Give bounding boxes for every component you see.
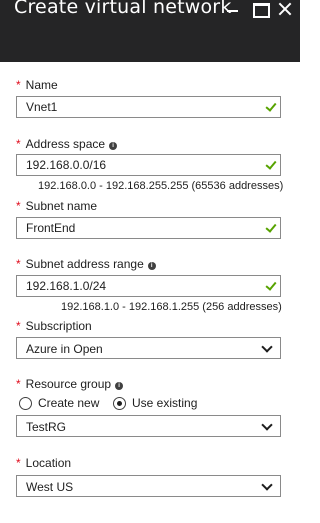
subnet-range-field[interactable] [16,275,281,297]
required-marker: * [16,257,21,271]
subscription-value: Azure in Open [26,342,103,356]
subscription-label: * Subscription [16,319,92,333]
resource-group-value: TestRG [26,420,67,434]
valid-check-icon [264,280,276,292]
create-new-label: Create new [38,396,100,410]
required-marker: * [16,199,21,213]
info-icon[interactable]: i [109,142,118,150]
radio-unselected-icon[interactable] [19,396,32,410]
chevron-down-icon [263,481,271,489]
valid-check-icon [264,159,276,171]
address-space-label: * Address space i [16,137,118,151]
subnet-name-field[interactable] [16,217,281,239]
name-field[interactable] [16,96,281,118]
required-marker: * [16,319,21,333]
use-existing-radio[interactable]: Use existing [113,396,197,410]
info-icon[interactable]: i [147,262,156,270]
radio-selected-icon[interactable] [113,396,126,410]
required-marker: * [16,78,21,92]
location-dropdown[interactable]: West US [16,475,281,497]
use-existing-label: Use existing [132,396,198,410]
resource-group-dropdown[interactable]: TestRG [16,415,281,437]
required-marker: * [16,377,21,391]
info-icon[interactable]: i [115,382,124,390]
create-new-radio[interactable]: Create new [19,396,99,410]
subnet-range-label: * Subnet address range i [16,257,156,271]
valid-check-icon [264,222,276,234]
location-value: West US [26,480,74,494]
location-label: * Location [16,456,72,470]
subnet-range-input[interactable] [17,276,280,296]
page-title: Create virtual network [14,0,232,18]
subnet-range-hint: 192.168.1.0 - 192.168.1.255 (256 address… [61,301,282,313]
resource-group-label: * Resource group i [16,377,124,391]
address-space-field[interactable] [16,154,281,176]
chevron-down-icon [263,343,271,351]
name-label: * Name [16,78,58,92]
chevron-down-icon [263,421,271,429]
subscription-dropdown[interactable]: Azure in Open [16,337,281,359]
maximize-icon[interactable] [251,1,271,18]
subnet-name-input[interactable] [17,218,280,238]
required-marker: * [16,456,21,470]
subnet-name-label: * Subnet name [16,199,98,213]
close-icon[interactable] [276,1,296,17]
address-space-input[interactable] [17,155,280,175]
minimize-icon[interactable] [224,1,244,17]
valid-check-icon [264,101,276,113]
name-input[interactable] [17,97,280,117]
address-space-hint: 192.168.0.0 - 192.168.255.255 (65536 add… [38,180,284,192]
required-marker: * [16,137,21,151]
blade-header: Create virtual network [0,0,300,62]
